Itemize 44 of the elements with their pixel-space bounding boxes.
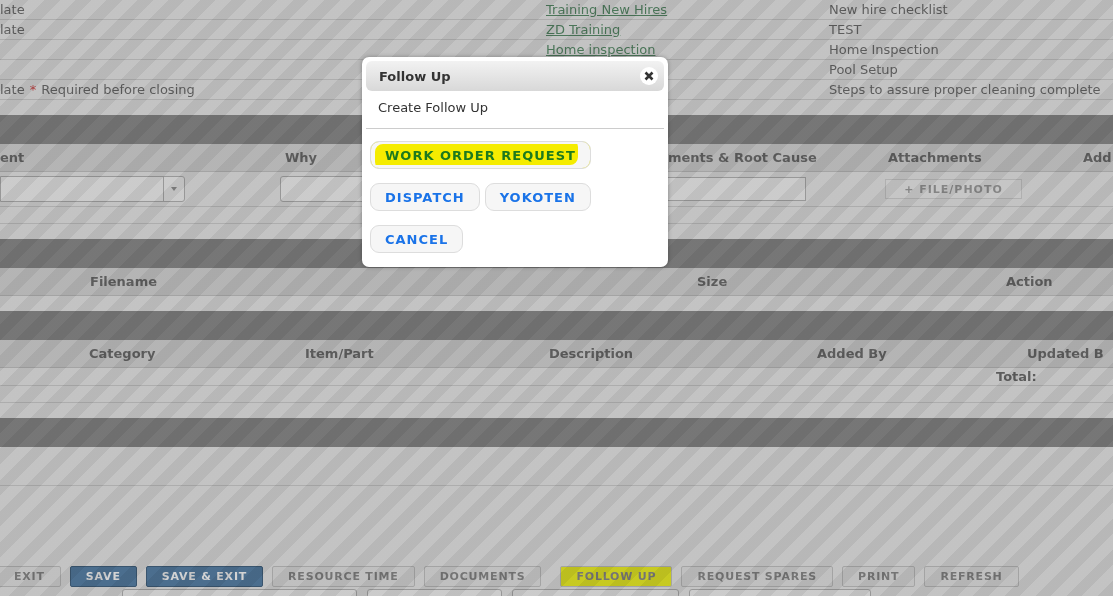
toolbar-button[interactable]: REFRESH [924, 566, 1019, 587]
checklist-link[interactable]: ZD Training [546, 22, 621, 37]
dialog-title: Follow Up [379, 68, 451, 84]
dialog-subtitle: Create Follow Up [366, 91, 664, 129]
description-text: Pool Setup [829, 62, 898, 77]
column-header: Filename [90, 274, 157, 289]
toolbar-button[interactable]: DOCUMENTS [423, 566, 542, 587]
required-note: Required before closing [41, 82, 195, 97]
follow-up-option-button[interactable]: DISPATCH [370, 183, 480, 211]
column-header: ments & Root Cause [668, 150, 817, 165]
follow-up-option-button[interactable]: WORK ORDER REQUEST [370, 141, 591, 169]
checklist-link[interactable]: Training New Hires [546, 2, 668, 17]
column-header: Description [549, 346, 634, 361]
toolbar-button[interactable]: EXIT [0, 566, 61, 587]
column-header: Action [1006, 274, 1053, 289]
description-text: New hire checklist [829, 2, 948, 17]
checklist-link[interactable]: Home inspection [546, 42, 656, 57]
column-header: Size [697, 274, 728, 289]
column-header: Item/Part [305, 346, 374, 361]
column-header: Attachments [888, 150, 982, 165]
toolbar-button[interactable]: PRINT [842, 566, 916, 587]
column-header: ent [0, 150, 25, 165]
description-text: TEST [829, 22, 862, 37]
follow-up-option-button[interactable]: YOKOTEN [484, 183, 591, 211]
toolbar-button[interactable]: SAVE [69, 566, 137, 587]
required-asterisk: * [29, 82, 37, 97]
template-text: late [0, 82, 25, 97]
template-text: late [0, 22, 25, 37]
column-header: Add [1083, 150, 1112, 165]
follow-up-option-button[interactable]: CANCEL [370, 225, 464, 253]
template-text: late [0, 2, 25, 17]
column-header: Category [89, 346, 156, 361]
toolbar-button[interactable]: FOLLOW UP [560, 566, 673, 587]
toolbar-button[interactable]: RESOURCE TIME [272, 566, 415, 587]
toolbar-button[interactable]: SAVE & EXIT [145, 566, 264, 587]
column-header: Added By [817, 346, 887, 361]
column-header: Why [285, 150, 318, 165]
column-header: Updated B [1027, 346, 1104, 361]
toolbar-button[interactable]: REQUEST SPARES [681, 566, 834, 587]
description-text: Home Inspection [829, 42, 939, 57]
description-text: Steps to assure proper cleaning complete [829, 82, 1101, 97]
total-label: Total: [996, 369, 1037, 384]
close-icon[interactable] [640, 67, 658, 85]
dropdown-field[interactable] [0, 176, 185, 202]
